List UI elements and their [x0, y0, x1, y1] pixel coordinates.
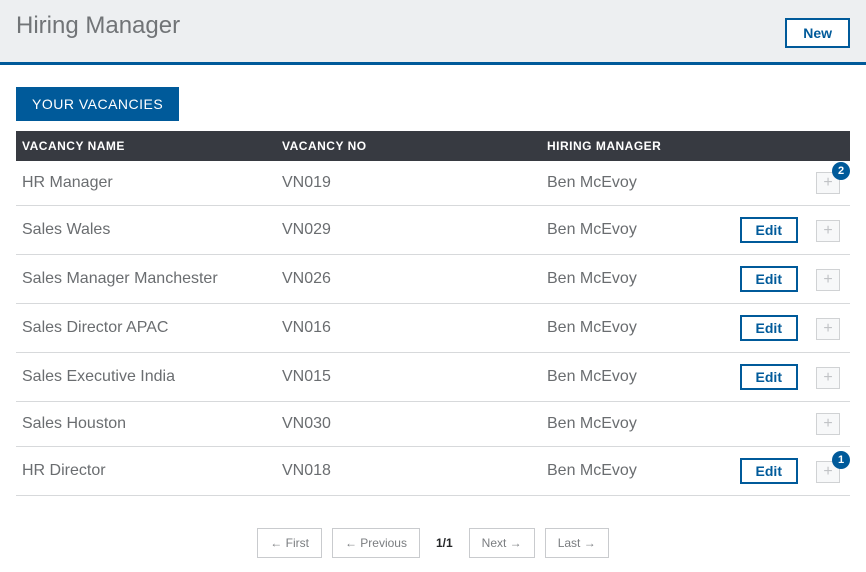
- cell-vacancy-name[interactable]: HR Manager: [16, 161, 276, 206]
- vacancies-table: VACANCY NAME VACANCY NO HIRING MANAGER H…: [16, 131, 850, 496]
- cell-vacancy-no: VN026: [276, 255, 541, 304]
- plus-wrapper: +2: [816, 172, 840, 194]
- cell-vacancy-no: VN015: [276, 353, 541, 402]
- content: YOUR VACANCIES VACANCY NAME VACANCY NO H…: [0, 65, 866, 558]
- cell-vacancy-name[interactable]: Sales Houston: [16, 402, 276, 447]
- cell-hiring-manager: Ben McEvoy: [541, 206, 715, 255]
- cell-vacancy-name[interactable]: Sales Manager Manchester: [16, 255, 276, 304]
- notification-badge: 1: [832, 451, 850, 469]
- header-bar: Hiring Manager New: [0, 0, 866, 65]
- notification-badge: 2: [832, 162, 850, 180]
- cell-actions: Edit +: [715, 304, 850, 353]
- cell-actions: Edit +: [715, 353, 850, 402]
- pager-next-button[interactable]: Next →: [469, 528, 535, 558]
- cell-actions: +2: [715, 161, 850, 206]
- cell-hiring-manager: Ben McEvoy: [541, 161, 715, 206]
- plus-wrapper: +: [816, 318, 840, 340]
- plus-icon[interactable]: +: [816, 220, 840, 242]
- edit-button[interactable]: Edit: [740, 458, 798, 484]
- cell-hiring-manager: Ben McEvoy: [541, 447, 715, 496]
- pager-first-button[interactable]: ← First: [257, 528, 322, 558]
- cell-vacancy-name[interactable]: Sales Executive India: [16, 353, 276, 402]
- edit-button[interactable]: Edit: [740, 364, 798, 390]
- cell-vacancy-name[interactable]: HR Director: [16, 447, 276, 496]
- cell-hiring-manager: Ben McEvoy: [541, 353, 715, 402]
- column-header-vacancy-no[interactable]: VACANCY NO: [276, 131, 541, 161]
- cell-vacancy-no: VN029: [276, 206, 541, 255]
- cell-hiring-manager: Ben McEvoy: [541, 255, 715, 304]
- edit-button[interactable]: Edit: [740, 315, 798, 341]
- cell-actions: Edit +: [715, 255, 850, 304]
- cell-vacancy-no: VN018: [276, 447, 541, 496]
- tab-your-vacancies[interactable]: YOUR VACANCIES: [16, 87, 179, 121]
- cell-vacancy-name[interactable]: Sales Director APAC: [16, 304, 276, 353]
- table-row: Sales Director APACVN016Ben McEvoy Edit +: [16, 304, 850, 353]
- cell-vacancy-no: VN016: [276, 304, 541, 353]
- pager-prev-button[interactable]: ← Previous: [332, 528, 420, 558]
- edit-button[interactable]: Edit: [740, 266, 798, 292]
- column-header-hiring-manager[interactable]: HIRING MANAGER: [541, 131, 715, 161]
- edit-button[interactable]: Edit: [740, 217, 798, 243]
- cell-vacancy-no: VN030: [276, 402, 541, 447]
- table-row: Sales Manager ManchesterVN026Ben McEvoyE…: [16, 255, 850, 304]
- cell-vacancy-name[interactable]: Sales Wales: [16, 206, 276, 255]
- pager: ← First ← Previous 1/1 Next → Last →: [16, 528, 850, 558]
- plus-wrapper: +: [816, 413, 840, 435]
- plus-icon[interactable]: +: [816, 367, 840, 389]
- table-row: HR DirectorVN018Ben McEvoy Edit +1: [16, 447, 850, 496]
- plus-wrapper: +: [816, 367, 840, 389]
- plus-wrapper: +: [816, 269, 840, 291]
- pager-last-button[interactable]: Last →: [545, 528, 609, 558]
- plus-icon[interactable]: +: [816, 318, 840, 340]
- plus-icon[interactable]: +: [816, 413, 840, 435]
- cell-actions: +: [715, 402, 850, 447]
- cell-hiring-manager: Ben McEvoy: [541, 402, 715, 447]
- cell-hiring-manager: Ben McEvoy: [541, 304, 715, 353]
- cell-actions: Edit +1: [715, 447, 850, 496]
- page-title: Hiring Manager: [16, 12, 180, 40]
- pager-indicator: 1/1: [430, 536, 459, 550]
- table-row: Sales HoustonVN030Ben McEvoy +: [16, 402, 850, 447]
- cell-actions: Edit +: [715, 206, 850, 255]
- plus-wrapper: +: [816, 220, 840, 242]
- plus-wrapper: +1: [816, 461, 840, 483]
- new-button[interactable]: New: [785, 18, 850, 48]
- column-header-vacancy-name[interactable]: VACANCY NAME: [16, 131, 276, 161]
- column-header-actions: [715, 131, 850, 161]
- table-row: Sales WalesVN029Ben McEvoy Edit +: [16, 206, 850, 255]
- cell-vacancy-no: VN019: [276, 161, 541, 206]
- plus-icon[interactable]: +: [816, 269, 840, 291]
- table-row: Sales Executive IndiaVN015Ben McEvoyEdit…: [16, 353, 850, 402]
- table-row: HR ManagerVN019Ben McEvoy +2: [16, 161, 850, 206]
